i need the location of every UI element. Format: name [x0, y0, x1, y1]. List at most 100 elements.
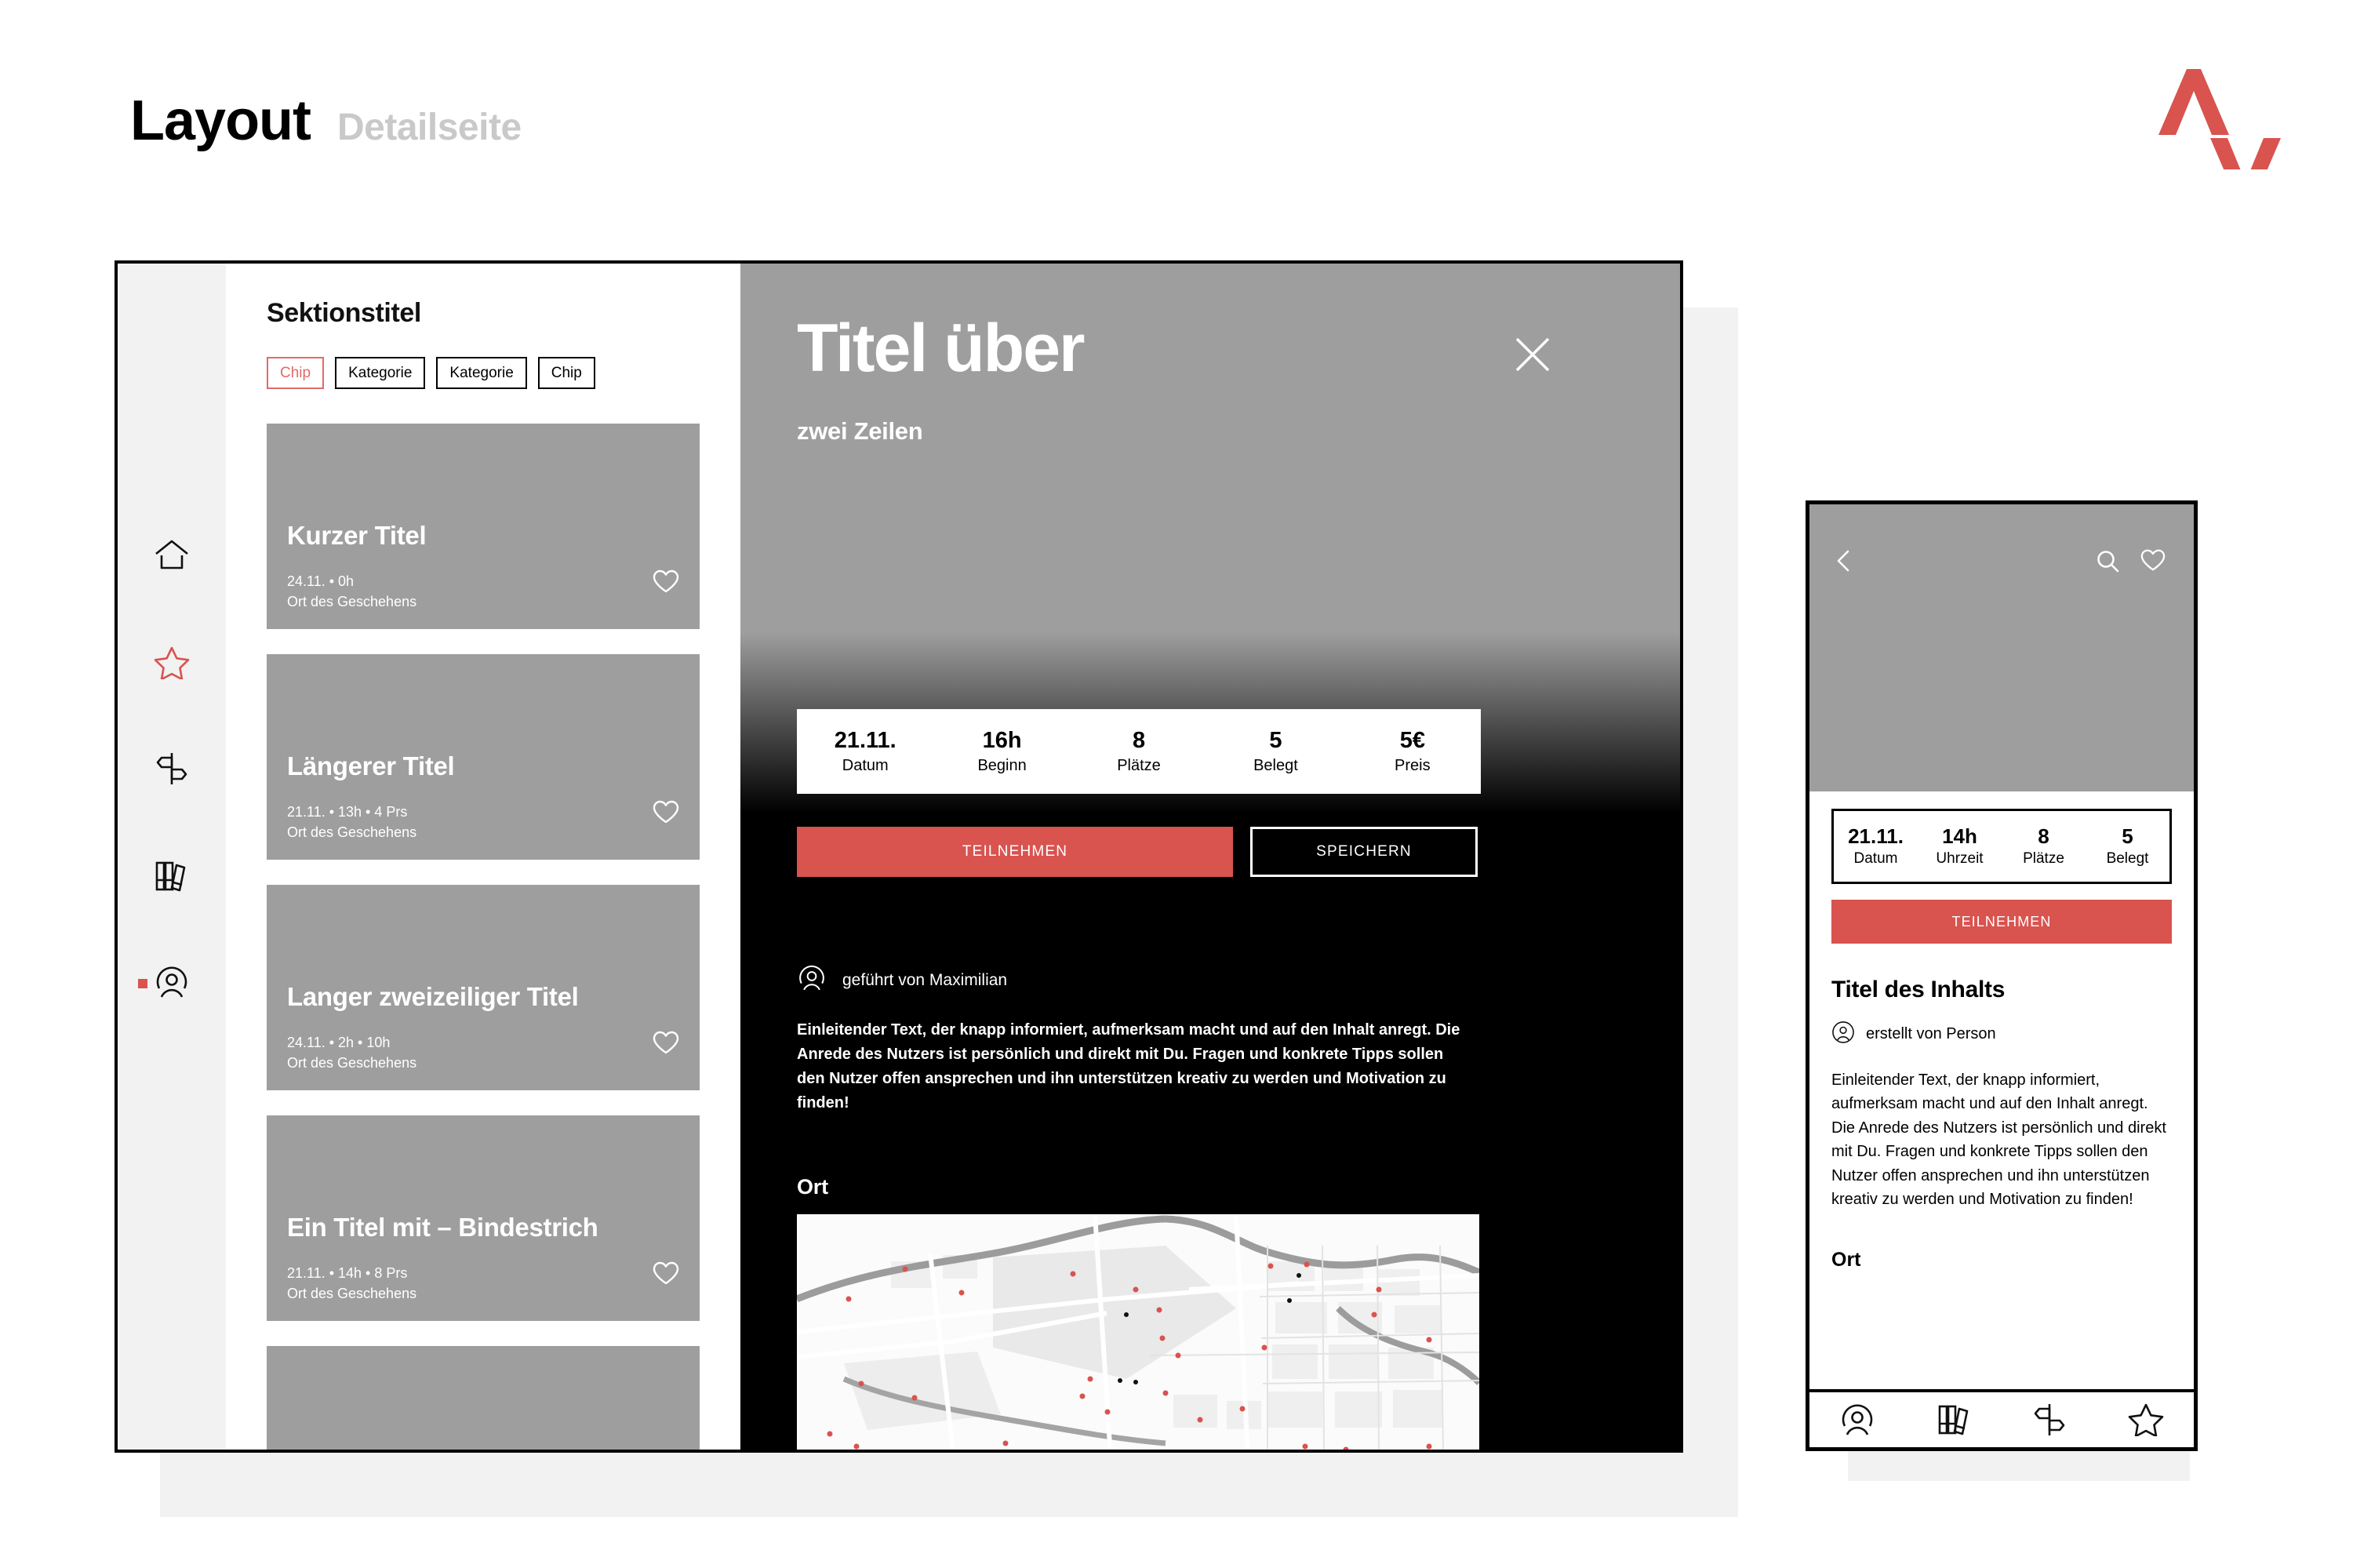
filter-chip-1[interactable]: Kategorie: [335, 357, 426, 389]
mobile-content-title: Titel des Inhalts: [1831, 977, 2006, 1002]
stat-value: 5: [1269, 727, 1282, 753]
mobile-stat-datum: 21.11. Datum: [1834, 824, 1918, 868]
user-circle-icon: [797, 963, 827, 997]
star-icon: [2128, 1403, 2164, 1438]
card-place: Ort des Geschehens: [287, 593, 417, 609]
detail-action-row: TEILNEHMEN SPEICHERN: [797, 827, 1481, 877]
filter-chip-0[interactable]: Chip: [267, 357, 325, 389]
close-icon[interactable]: [1511, 333, 1555, 377]
mobile-nav-item-favorites[interactable]: [2128, 1402, 2164, 1438]
stat-preis: 5€ Preis: [1344, 728, 1481, 775]
mobile-bottom-nav: [1809, 1389, 2194, 1447]
card-title: Längerer Titel: [287, 751, 455, 780]
filter-chip-2[interactable]: Kategorie: [436, 357, 527, 389]
detail-stats-bar: 21.11. Datum 16h Beginn 8 Plätze 5 Beleg…: [797, 709, 1481, 794]
stat-beginn: 16h Beginn: [933, 728, 1070, 775]
chevron-up-down-logo-icon: [2152, 60, 2287, 204]
signpost-icon: [2034, 1404, 2065, 1435]
books-icon: [153, 858, 191, 897]
chip-filter-row: Chip Kategorie Kategorie Chip: [267, 357, 700, 389]
sidebar-item-routes[interactable]: [118, 744, 226, 797]
heart-icon[interactable]: [653, 1031, 679, 1057]
card-place: Ort des Geschehens: [287, 1285, 417, 1301]
sidebar-item-profile[interactable]: [118, 957, 226, 1010]
sidebar-item-home[interactable]: [118, 530, 226, 584]
sidebar-icon-rail: [118, 264, 226, 1450]
mobile-lead-text: Einleitender Text, der knapp informiert,…: [1831, 1071, 2166, 1208]
stat-value: 14h: [1942, 824, 1977, 849]
stat-plaetze: 8 Plätze: [1071, 728, 1207, 775]
author-name: geführt von Maximilian: [842, 970, 1008, 989]
stat-label: Beginn: [977, 757, 1027, 775]
card-title: Ein Titel mit – Bindestrich: [287, 1212, 598, 1242]
sidebar-item-favorites[interactable]: [118, 637, 226, 690]
mobile-author-row: erstellt von Person: [1831, 1020, 2172, 1048]
stat-label: Datum: [1853, 849, 1898, 867]
home-icon: [153, 538, 191, 577]
filter-chip-3[interactable]: Chip: [537, 357, 595, 389]
stat-label: Preis: [1395, 757, 1431, 775]
stat-label: Plätze: [1117, 757, 1161, 775]
star-icon: [154, 645, 190, 683]
mobile-body: 21.11. Datum 14h Uhrzeit 8 Plätze 5 Bele…: [1809, 791, 2194, 1389]
mobile-nav-item-profile[interactable]: [1839, 1402, 1875, 1438]
card-meta: 21.11. • 14h • 8 Prs: [287, 1264, 408, 1281]
user-circle-icon: [154, 964, 190, 1004]
mobile-location-label: Ort: [1831, 1249, 1861, 1271]
list-item[interactable]: [267, 1346, 700, 1450]
mobile-hero-image: [1809, 504, 2194, 791]
desktop-mockup-frame: Sektionstitel Chip Kategorie Kategorie C…: [115, 260, 1683, 1453]
card-title: Kurzer Titel: [287, 520, 427, 550]
chevron-left-icon[interactable]: [1831, 548, 1857, 573]
mobile-stat-plaetze: 8 Plätze: [2002, 824, 2086, 868]
stat-value: 8: [2038, 824, 2049, 849]
mobile-stat-uhrzeit: 14h Uhrzeit: [1918, 824, 2002, 868]
heart-icon[interactable]: [653, 800, 679, 827]
save-button[interactable]: SPEICHERN: [1250, 827, 1478, 877]
card-place: Ort des Geschehens: [287, 1054, 417, 1071]
detail-author-row: geführt von Maximilian: [797, 963, 1007, 997]
mobile-nav-item-routes[interactable]: [2031, 1402, 2068, 1438]
page-title: Layout: [130, 89, 311, 152]
join-button[interactable]: TEILNEHMEN: [797, 827, 1233, 877]
sidebar-item-library[interactable]: [118, 850, 226, 904]
stat-value: 21.11.: [834, 727, 896, 753]
detail-subtitle: zwei Zeilen: [797, 417, 923, 446]
card-meta: 21.11. • 13h • 4 Prs: [287, 803, 408, 820]
stat-belegt: 5 Belegt: [1207, 728, 1344, 775]
signpost-icon: [154, 751, 190, 791]
stat-label: Uhrzeit: [1936, 849, 1984, 867]
heart-icon[interactable]: [653, 1261, 679, 1288]
content-list-column[interactable]: Sektionstitel Chip Kategorie Kategorie C…: [226, 264, 740, 1450]
heart-icon[interactable]: [2140, 548, 2166, 573]
search-icon[interactable]: [2095, 548, 2120, 573]
detail-header: Titel über zwei Zeilen: [740, 264, 1680, 446]
mobile-join-button[interactable]: TEILNEHMEN: [1831, 900, 2172, 944]
card-meta: 24.11. • 2h • 10h: [287, 1034, 391, 1050]
mobile-mockup-frame: 21.11. Datum 14h Uhrzeit 8 Plätze 5 Bele…: [1806, 500, 2198, 1451]
detail-title: Titel über: [797, 311, 1086, 386]
stat-label: Belegt: [2106, 849, 2149, 867]
list-item[interactable]: Kurzer Titel 24.11. • 0h Ort des Gescheh…: [267, 424, 700, 629]
stat-label: Plätze: [2023, 849, 2064, 867]
heart-icon[interactable]: [653, 569, 679, 596]
list-item[interactable]: Längerer Titel 21.11. • 13h • 4 Prs Ort …: [267, 654, 700, 860]
card-title: Langer zweizeiliger Titel: [287, 981, 579, 1011]
section-title: Sektionstitel: [267, 298, 421, 328]
user-circle-icon: [1842, 1404, 1873, 1435]
stat-label: Belegt: [1253, 757, 1298, 775]
mobile-nav-item-library[interactable]: [1936, 1402, 1972, 1438]
stat-value: 5: [2122, 824, 2133, 849]
card-meta: 24.11. • 0h: [287, 573, 355, 589]
mobile-author-name: erstellt von Person: [1866, 1025, 1996, 1042]
list-item[interactable]: Ein Titel mit – Bindestrich 21.11. • 14h…: [267, 1115, 700, 1321]
page-subtitle: Detailseite: [337, 107, 522, 148]
user-circle-icon: [1831, 1020, 1855, 1048]
stat-value: 5€: [1399, 727, 1425, 753]
map-view[interactable]: [797, 1214, 1479, 1450]
list-item[interactable]: Langer zweizeiliger Titel 24.11. • 2h • …: [267, 885, 700, 1090]
stat-datum: 21.11. Datum: [797, 728, 933, 775]
stat-value: 8: [1132, 727, 1146, 753]
card-place: Ort des Geschehens: [287, 824, 417, 840]
stat-label: Datum: [842, 757, 889, 775]
